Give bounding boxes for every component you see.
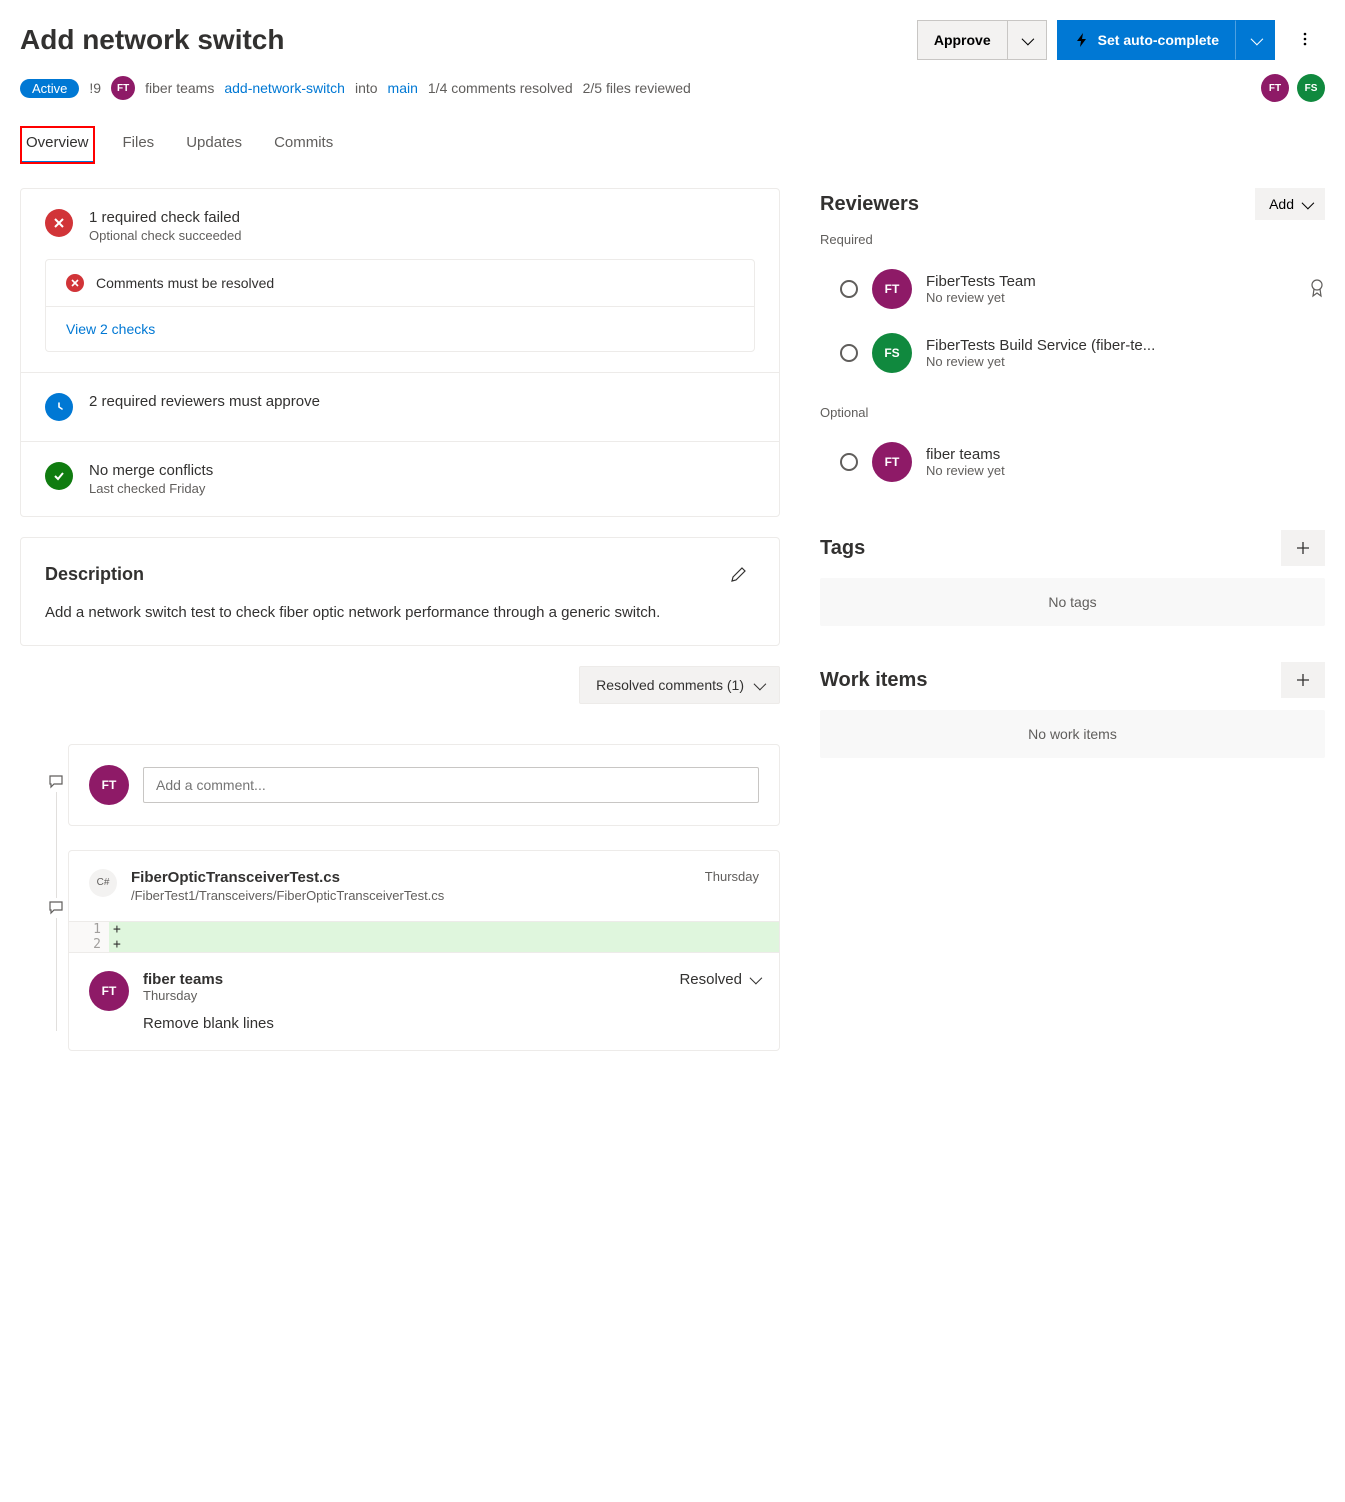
comment-author-avatar: FT [89,971,129,1011]
page-title: Add network switch [20,24,907,56]
work-items-title: Work items [820,669,927,692]
csharp-file-icon: C# [89,869,117,897]
branch-from-link[interactable]: add-network-switch [224,80,345,96]
lightning-icon [1074,32,1090,48]
add-tag-button[interactable] [1281,530,1325,566]
chevron-down-icon [750,971,759,988]
clock-icon [45,393,73,421]
radio-icon [840,453,858,471]
reviewer-avatar: FS [872,333,912,373]
comment-text: Remove blank lines [143,1015,759,1032]
into-word: into [355,80,378,96]
more-actions-button[interactable] [1285,31,1325,50]
checks-failed-sub: Optional check succeeded [89,228,241,243]
add-reviewer-label: Add [1269,196,1294,212]
merge-conflicts-title: No merge conflicts [89,462,213,479]
tags-title: Tags [820,537,865,560]
reviewers-title: Reviewers [820,193,919,216]
edit-description-button[interactable] [723,558,755,590]
add-comment-input[interactable] [143,767,759,803]
reviewer-row[interactable]: FT fiber teamsNo review yet [820,430,1325,494]
reviewer-name: FiberTests Team [926,273,1295,290]
approve-dropdown[interactable] [1007,20,1047,60]
branch-to-link[interactable]: main [388,80,418,96]
comments-filter-label: Resolved comments (1) [596,677,744,693]
diff-line-number: 1 [69,922,109,937]
reviewer-status: No review yet [926,354,1325,369]
pr-id: !9 [89,80,101,96]
comment-status-label: Resolved [679,971,742,988]
error-icon [66,274,84,292]
set-auto-complete-button[interactable]: Set auto-complete [1057,20,1235,60]
comments-filter-button[interactable]: Resolved comments (1) [579,666,780,704]
add-work-item-button[interactable] [1281,662,1325,698]
diff-block: 1+2+ [69,921,779,953]
auto-complete-label: Set auto-complete [1098,32,1219,48]
diff-line-content: + [109,922,779,937]
comment-date: Thursday [143,988,679,1003]
comment-timeline-icon [46,898,66,918]
reviewer-row[interactable]: FT FiberTests TeamNo review yet [820,257,1325,321]
check-warning: Comments must be resolved [96,275,274,291]
file-name[interactable]: FiberOpticTransceiverTest.cs [131,869,444,886]
file-thread-date: Thursday [705,869,759,884]
author-avatar[interactable]: FT [111,76,135,100]
tags-empty: No tags [820,578,1325,626]
work-items-empty: No work items [820,710,1325,758]
radio-icon [840,280,858,298]
tab-commits[interactable]: Commits [270,126,337,164]
view-checks-link[interactable]: View 2 checks [66,321,155,337]
chevron-down-icon [754,677,763,693]
reviewer-name: FiberTests Build Service (fiber-te... [926,337,1325,354]
reviewer-status: No review yet [926,290,1295,305]
merge-conflicts-sub: Last checked Friday [89,481,213,496]
reviewer-avatar: FT [872,269,912,309]
comment-author: fiber teams [143,971,679,988]
status-badge: Active [20,79,79,98]
files-reviewed: 2/5 files reviewed [583,80,691,96]
radio-icon [840,344,858,362]
diff-line-number: 2 [69,937,109,952]
chevron-down-icon [1302,196,1311,212]
tab-overview[interactable]: Overview [20,126,95,164]
reviewer-status: No review yet [926,463,1325,478]
reviewer-row[interactable]: FS FiberTests Build Service (fiber-te...N… [820,321,1325,385]
plus-icon [1295,540,1311,556]
error-icon [45,209,73,237]
reviewer-avatar[interactable]: FT [1261,74,1289,102]
check-icon [45,462,73,490]
reviewer-avatar: FT [872,442,912,482]
pencil-icon [731,566,747,582]
file-path: /FiberTest1/Transceivers/FiberOpticTrans… [131,888,444,903]
chevron-down-icon [1251,32,1260,48]
auto-complete-dropdown[interactable] [1235,20,1275,60]
chevron-down-icon [1022,32,1031,48]
comments-resolved: 1/4 comments resolved [428,80,573,96]
kebab-icon [1297,31,1313,47]
plus-icon [1295,672,1311,688]
reviewers-optional-label: Optional [820,405,1325,420]
comment-status-dropdown[interactable]: Resolved [679,971,759,988]
reviewers-required-msg: 2 required reviewers must approve [89,393,320,410]
author-name[interactable]: fiber teams [145,80,214,96]
add-reviewer-button[interactable]: Add [1255,188,1325,220]
reviewer-name: fiber teams [926,446,1325,463]
tab-updates[interactable]: Updates [182,126,246,164]
checks-failed-title: 1 required check failed [89,209,241,226]
current-user-avatar: FT [89,765,129,805]
approve-button[interactable]: Approve [917,20,1007,60]
award-icon [1309,278,1325,301]
reviewer-avatar[interactable]: FS [1297,74,1325,102]
comment-timeline-icon [46,772,66,792]
description-body: Add a network switch test to check fiber… [45,602,755,625]
reviewers-required-label: Required [820,232,1325,247]
tab-files[interactable]: Files [119,126,159,164]
description-title: Description [45,564,144,585]
diff-line-content: + [109,937,779,952]
